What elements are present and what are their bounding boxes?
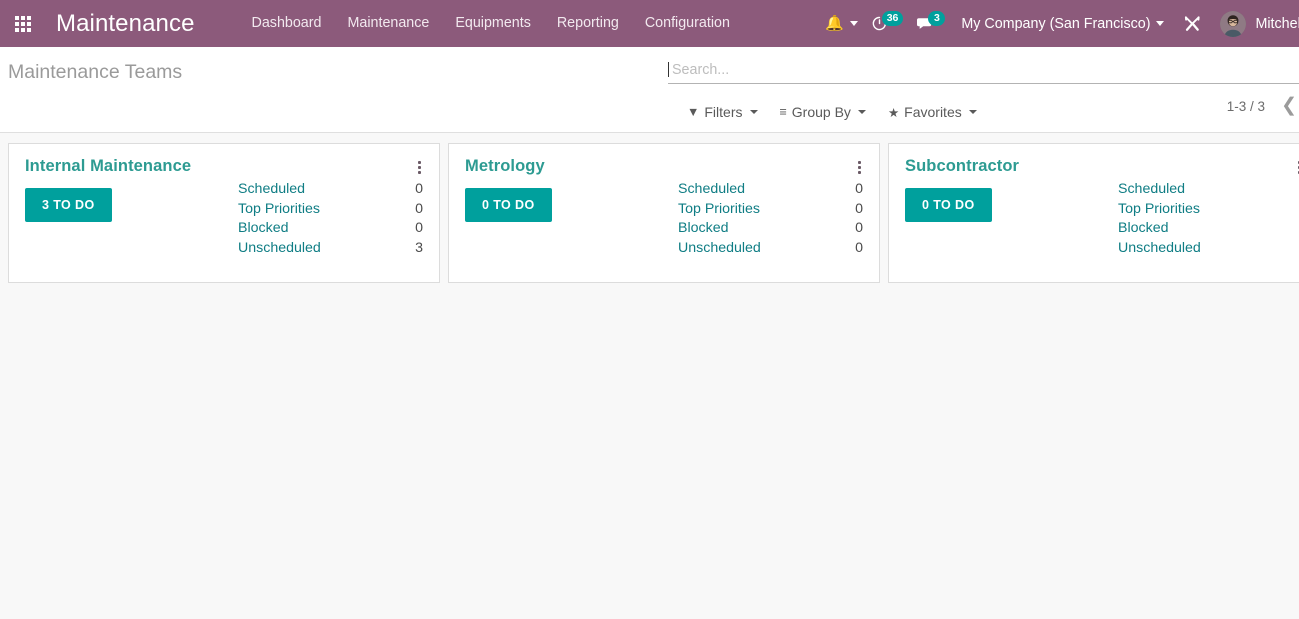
top-navbar: Maintenance Dashboard Maintenance Equipm…	[0, 0, 1299, 47]
stat-value-scheduled: 0	[415, 181, 423, 197]
card-options-menu-icon[interactable]	[852, 157, 866, 177]
group-by-dropdown[interactable]: ≡ Group By	[769, 98, 877, 126]
kanban-view: Internal Maintenance 3 TO DO Scheduled 0…	[0, 133, 1299, 619]
kanban-card-internal-maintenance[interactable]: Internal Maintenance 3 TO DO Scheduled 0…	[8, 143, 440, 283]
activities-menu-button[interactable]: 🔔	[818, 0, 865, 47]
card-options-menu-icon[interactable]	[412, 157, 426, 177]
apps-menu-button[interactable]	[0, 0, 46, 47]
stat-row: Top Priorities 0	[238, 200, 423, 220]
stat-label-scheduled[interactable]: Scheduled	[1118, 180, 1185, 200]
stat-label-unscheduled[interactable]: Unscheduled	[238, 239, 321, 259]
text-cursor	[668, 62, 669, 77]
card-options-menu-icon[interactable]	[1292, 157, 1299, 177]
chevron-down-icon	[749, 110, 758, 114]
navbar-right-section: 🔔 36 3 My Company (San Francisco) Mitche	[818, 0, 1299, 47]
stat-label-blocked[interactable]: Blocked	[678, 219, 728, 239]
menu-item-dashboard[interactable]: Dashboard	[239, 0, 335, 47]
pager: 1-3 / 3 ❮	[1226, 96, 1299, 115]
chevron-down-icon	[968, 110, 977, 114]
stat-label-top-priorities[interactable]: Top Priorities	[1118, 200, 1200, 220]
stat-value-scheduled: 0	[855, 181, 863, 197]
menu-item-configuration[interactable]: Configuration	[632, 0, 743, 47]
stat-row: Blocked 0	[678, 219, 863, 239]
stat-row: Blocked	[1118, 219, 1299, 239]
chevron-down-icon	[849, 21, 858, 26]
stat-label-top-priorities[interactable]: Top Priorities	[678, 200, 760, 220]
control-panel-buttons: ▼ Filters ≡ Group By ★ Favorites	[676, 98, 988, 126]
company-selector[interactable]: My Company (San Francisco)	[952, 0, 1173, 47]
stat-row: Scheduled	[1118, 180, 1299, 200]
app-brand-title[interactable]: Maintenance	[56, 10, 195, 38]
stat-value-top-priorities: 0	[415, 200, 423, 217]
stat-value-blocked: 0	[855, 220, 863, 236]
card-stats: Scheduled 0 Top Priorities 0 Blocked 0 U…	[238, 180, 423, 258]
favorites-dropdown[interactable]: ★ Favorites	[877, 98, 988, 126]
group-by-label: Group By	[791, 104, 851, 120]
stat-value-unscheduled: 3	[415, 239, 423, 256]
card-title: Internal Maintenance	[25, 157, 192, 175]
card-stats: Scheduled Top Priorities Blocked Unsched…	[1118, 180, 1299, 258]
search-area	[668, 57, 1299, 84]
pager-range-label: 1-3 / 3	[1226, 98, 1266, 114]
filters-label: Filters	[704, 104, 743, 120]
stat-label-blocked[interactable]: Blocked	[238, 219, 288, 239]
debug-tools-button[interactable]	[1173, 0, 1212, 47]
stat-row: Unscheduled	[1118, 239, 1299, 259]
pager-previous-button[interactable]: ❮	[1279, 96, 1299, 115]
menu-item-equipments[interactable]: Equipments	[442, 0, 544, 47]
stat-label-scheduled[interactable]: Scheduled	[238, 180, 305, 200]
messages-menu-button[interactable]: 3	[910, 0, 952, 47]
stat-label-unscheduled[interactable]: Unscheduled	[678, 239, 761, 259]
stat-row: Top Priorities	[1118, 200, 1299, 220]
chevron-down-icon	[857, 110, 866, 114]
stat-row: Unscheduled 3	[238, 239, 423, 259]
card-stats: Scheduled 0 Top Priorities 0 Blocked 0 U…	[678, 180, 863, 258]
stat-row: Unscheduled 0	[678, 239, 863, 259]
kanban-card-metrology[interactable]: Metrology 0 TO DO Scheduled 0 Top Priori…	[448, 143, 880, 283]
stat-row: Scheduled 0	[238, 180, 423, 200]
star-icon: ★	[887, 105, 900, 120]
control-panel: Maintenance Teams ▼ Filters ≡ Group By ★…	[0, 47, 1299, 133]
messages-count-badge: 3	[928, 11, 946, 26]
filter-funnel-icon: ▼	[687, 105, 700, 119]
favorites-label: Favorites	[904, 104, 962, 120]
kanban-card-subcontractor[interactable]: Subcontractor 0 TO DO Scheduled Top Prio…	[888, 143, 1299, 283]
timer-count-badge: 36	[881, 11, 904, 26]
stat-label-blocked[interactable]: Blocked	[1118, 219, 1168, 239]
page-title: Maintenance Teams	[8, 61, 183, 83]
apps-grid-icon	[15, 15, 31, 32]
wrench-screwdriver-icon	[1185, 16, 1201, 31]
stat-row: Scheduled 0	[678, 180, 863, 200]
menu-item-reporting[interactable]: Reporting	[544, 0, 632, 47]
user-avatar-image	[1220, 10, 1247, 37]
filters-dropdown[interactable]: ▼ Filters	[676, 98, 769, 126]
timer-menu-button[interactable]: 36	[865, 0, 911, 47]
search-box[interactable]	[668, 57, 1299, 84]
stat-label-scheduled[interactable]: Scheduled	[678, 180, 745, 200]
stat-value-blocked: 0	[415, 220, 423, 236]
todo-count-button[interactable]: 0 TO DO	[465, 188, 552, 222]
stat-label-top-priorities[interactable]: Top Priorities	[238, 200, 320, 220]
menu-item-maintenance[interactable]: Maintenance	[334, 0, 442, 47]
todo-count-button[interactable]: 0 TO DO	[905, 188, 992, 222]
hamburger-lines-icon: ≡	[779, 105, 787, 119]
stat-row: Top Priorities 0	[678, 200, 863, 220]
stat-value-unscheduled: 0	[855, 239, 863, 256]
user-name-label: Mitchell A	[1255, 15, 1299, 32]
main-menu: Dashboard Maintenance Equipments Reporti…	[239, 0, 743, 47]
user-menu-button[interactable]: Mitchell A	[1212, 0, 1299, 47]
card-title: Metrology	[465, 157, 545, 175]
bell-icon: 🔔	[825, 15, 844, 32]
stat-label-unscheduled[interactable]: Unscheduled	[1118, 239, 1201, 259]
todo-count-button[interactable]: 3 TO DO	[25, 188, 112, 222]
avatar	[1220, 10, 1247, 37]
stat-row: Blocked 0	[238, 219, 423, 239]
stat-value-top-priorities: 0	[855, 200, 863, 217]
company-name-label: My Company (San Francisco)	[961, 15, 1151, 32]
card-title: Subcontractor	[905, 157, 1020, 175]
chevron-down-icon	[1156, 21, 1165, 26]
search-input[interactable]	[668, 59, 1299, 81]
